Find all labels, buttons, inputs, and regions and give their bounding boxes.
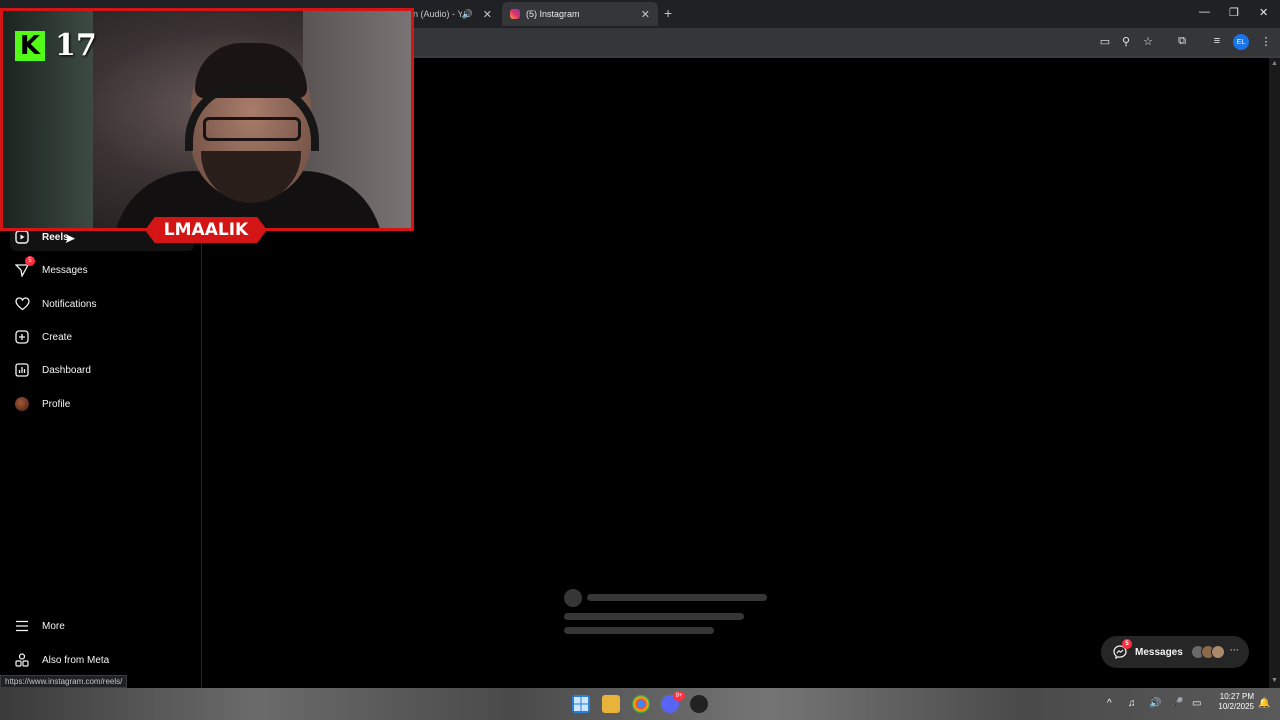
media-icon[interactable]: ≡	[1210, 34, 1224, 48]
loading-skeleton-line	[564, 613, 744, 620]
star-icon[interactable]: ☆	[1141, 34, 1155, 48]
messages-icon: 5	[14, 256, 35, 278]
clock-date: 10/2/2025	[1218, 702, 1254, 711]
plus-square-icon	[14, 329, 30, 345]
chevron-up-icon[interactable]: ^	[1107, 698, 1112, 709]
new-tab-button[interactable]: +	[664, 5, 672, 21]
system-clock[interactable]: 10:27 PM 10/2/2025	[1208, 692, 1254, 712]
viewer-count: 17	[55, 28, 97, 63]
zoom-icon[interactable]: ⚲	[1119, 34, 1133, 48]
sidebar-item-label: Notifications	[42, 298, 97, 310]
sidebar-item-more[interactable]: More	[10, 612, 194, 640]
instagram-icon	[510, 9, 520, 19]
loading-skeleton-line	[587, 594, 767, 601]
windows-start-icon[interactable]	[572, 695, 590, 713]
display-icon[interactable]: ▭	[1192, 698, 1201, 709]
sidebar-item-also-from-meta[interactable]: Also from Meta	[10, 646, 194, 674]
loading-skeleton-avatar	[564, 589, 582, 607]
sidebar-item-label: More	[42, 620, 65, 632]
obs-icon[interactable]	[690, 695, 708, 713]
sidebar-item-label: Profile	[42, 398, 71, 410]
close-tab-icon[interactable]: ✕	[641, 8, 650, 21]
menu-icon[interactable]: ⋮	[1259, 34, 1273, 48]
close-tab-icon[interactable]: ✕	[483, 8, 492, 21]
clock-time: 10:27 PM	[1219, 692, 1254, 701]
volume-icon[interactable]: 🔊	[1149, 698, 1161, 709]
notification-badge: 5	[25, 256, 35, 266]
profile-icon[interactable]: EL	[1233, 34, 1249, 50]
sidebar-item-create[interactable]: Create	[10, 323, 194, 351]
sidebar-item-profile[interactable]: Profile	[10, 390, 194, 418]
sidebar-item-label: Create	[42, 331, 73, 343]
speaker-icon[interactable]: 🔊	[462, 9, 473, 20]
heart-icon	[14, 296, 30, 312]
restore-button[interactable]: ❐	[1229, 6, 1239, 19]
minimize-button[interactable]: —	[1199, 6, 1210, 18]
file-explorer-icon[interactable]	[602, 695, 620, 713]
loading-skeleton-line	[564, 627, 714, 634]
tab-title: n (Audio) - Y	[413, 9, 462, 19]
sidebar-item-dashboard[interactable]: Dashboard	[10, 356, 194, 384]
webcam-overlay: K 17	[0, 8, 414, 231]
notification-badge: 9+	[673, 691, 685, 701]
chrome-icon[interactable]	[632, 695, 650, 713]
microphone-icon[interactable]: 🎤	[1171, 698, 1183, 709]
tab-instagram[interactable]: (5) Instagram ✕	[502, 2, 658, 26]
sidebar-item-label: Dashboard	[42, 364, 91, 376]
kick-logo-icon: K	[15, 31, 45, 61]
link-status-bar: https://www.instagram.com/reels/	[0, 675, 128, 688]
sidebar-item-label: Messages	[42, 264, 88, 276]
conversation-avatars	[1191, 645, 1225, 659]
dashboard-icon	[14, 362, 30, 378]
meta-grid-icon	[14, 652, 30, 668]
scroll-down-icon[interactable]: ▼	[1271, 677, 1278, 684]
sidebar-item-messages[interactable]: 5 Messages	[10, 256, 194, 284]
messages-button[interactable]: 5 Messages ···	[1101, 636, 1249, 668]
extensions-icon[interactable]: ⧉	[1175, 34, 1189, 48]
profile-avatar	[14, 396, 30, 412]
close-window-button[interactable]: ✕	[1259, 6, 1268, 19]
mouse-cursor-icon: ➤	[64, 230, 76, 246]
discord-icon[interactable]: 9+	[661, 691, 685, 713]
sidebar-item-label: Also from Meta	[42, 654, 110, 666]
streamer-name-tag: LMAALIK	[145, 217, 267, 243]
notification-badge: 5	[1122, 639, 1132, 649]
reels-icon	[14, 229, 30, 245]
sidebar-item-notifications[interactable]: Notifications	[10, 290, 194, 318]
headphones-icon[interactable]: ♫	[1128, 698, 1136, 709]
glasses	[203, 117, 301, 141]
more-icon: ···	[1230, 645, 1239, 655]
messenger-icon: 5	[1113, 639, 1132, 660]
messages-label: Messages	[1135, 646, 1183, 658]
tab-title: (5) Instagram	[526, 9, 580, 19]
hamburger-icon	[14, 618, 30, 634]
cast-icon[interactable]: ▭	[1098, 34, 1112, 48]
avatar	[1211, 645, 1225, 659]
scrollbar[interactable]	[1269, 58, 1280, 688]
tab-youtube-audio[interactable]: n (Audio) - Y 🔊 ✕	[405, 2, 500, 26]
scroll-up-icon[interactable]: ▲	[1271, 60, 1278, 67]
notification-center-icon[interactable]: 🔔	[1258, 698, 1270, 709]
